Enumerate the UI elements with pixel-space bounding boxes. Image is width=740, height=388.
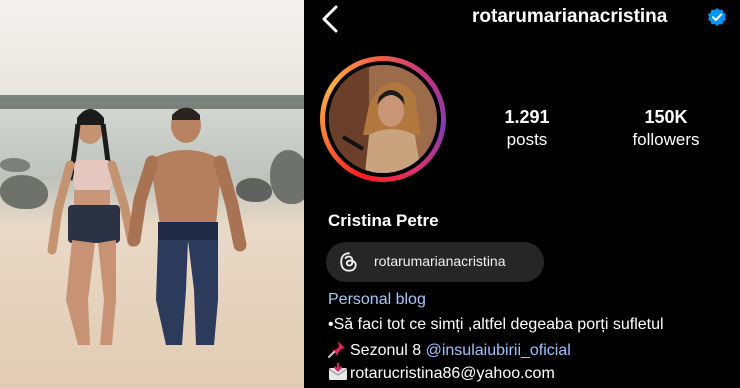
avatar: [329, 65, 437, 173]
couple-figures: [47, 107, 247, 345]
followers-count[interactable]: 150K followers: [616, 107, 716, 150]
back-button[interactable]: [316, 4, 346, 34]
bio-line-1: •Să faci tot ce simți ,altfel degeaba po…: [328, 316, 664, 334]
bio-season-text: Sezonul 8: [350, 342, 426, 359]
followers-label: followers: [632, 130, 700, 149]
mention-link[interactable]: @insulaiubirii_oficial: [426, 342, 571, 359]
story-ring[interactable]: [320, 56, 446, 182]
profile-username: rotarumarianacristina: [472, 6, 668, 27]
posts-count[interactable]: 1.291 posts: [494, 107, 560, 150]
followers-value: 150K: [644, 107, 688, 127]
posts-value: 1.291: [504, 107, 550, 127]
bio-line-3: rotarucristina86@yahoo.com: [328, 363, 555, 383]
incoming-envelope-icon: [328, 363, 348, 380]
bio-text: •Să faci tot ce simți ,altfel degeaba po…: [328, 316, 664, 333]
threads-handle: rotarumarianacristina: [374, 253, 506, 269]
profile-panel: rotarumarianacristina 1.291 posts 150K f…: [304, 0, 740, 388]
profile-category: Personal blog: [328, 291, 426, 308]
beach-couple-photo: [0, 0, 304, 388]
avatar-frame: [325, 61, 441, 177]
posts-label: posts: [506, 130, 548, 149]
bio-line-2: Sezonul 8 @insulaiubirii_oficial: [328, 340, 571, 360]
threads-icon: [340, 252, 357, 272]
chevron-left-icon: [322, 5, 338, 33]
avatar-portrait: [329, 65, 437, 173]
threads-link-button[interactable]: rotarumarianacristina: [326, 242, 544, 282]
bio-email[interactable]: rotarucristina86@yahoo.com: [350, 365, 555, 382]
verified-badge-icon: [708, 8, 726, 26]
pushpin-icon: [328, 341, 345, 358]
profile-full-name: Cristina Petre: [328, 211, 439, 230]
